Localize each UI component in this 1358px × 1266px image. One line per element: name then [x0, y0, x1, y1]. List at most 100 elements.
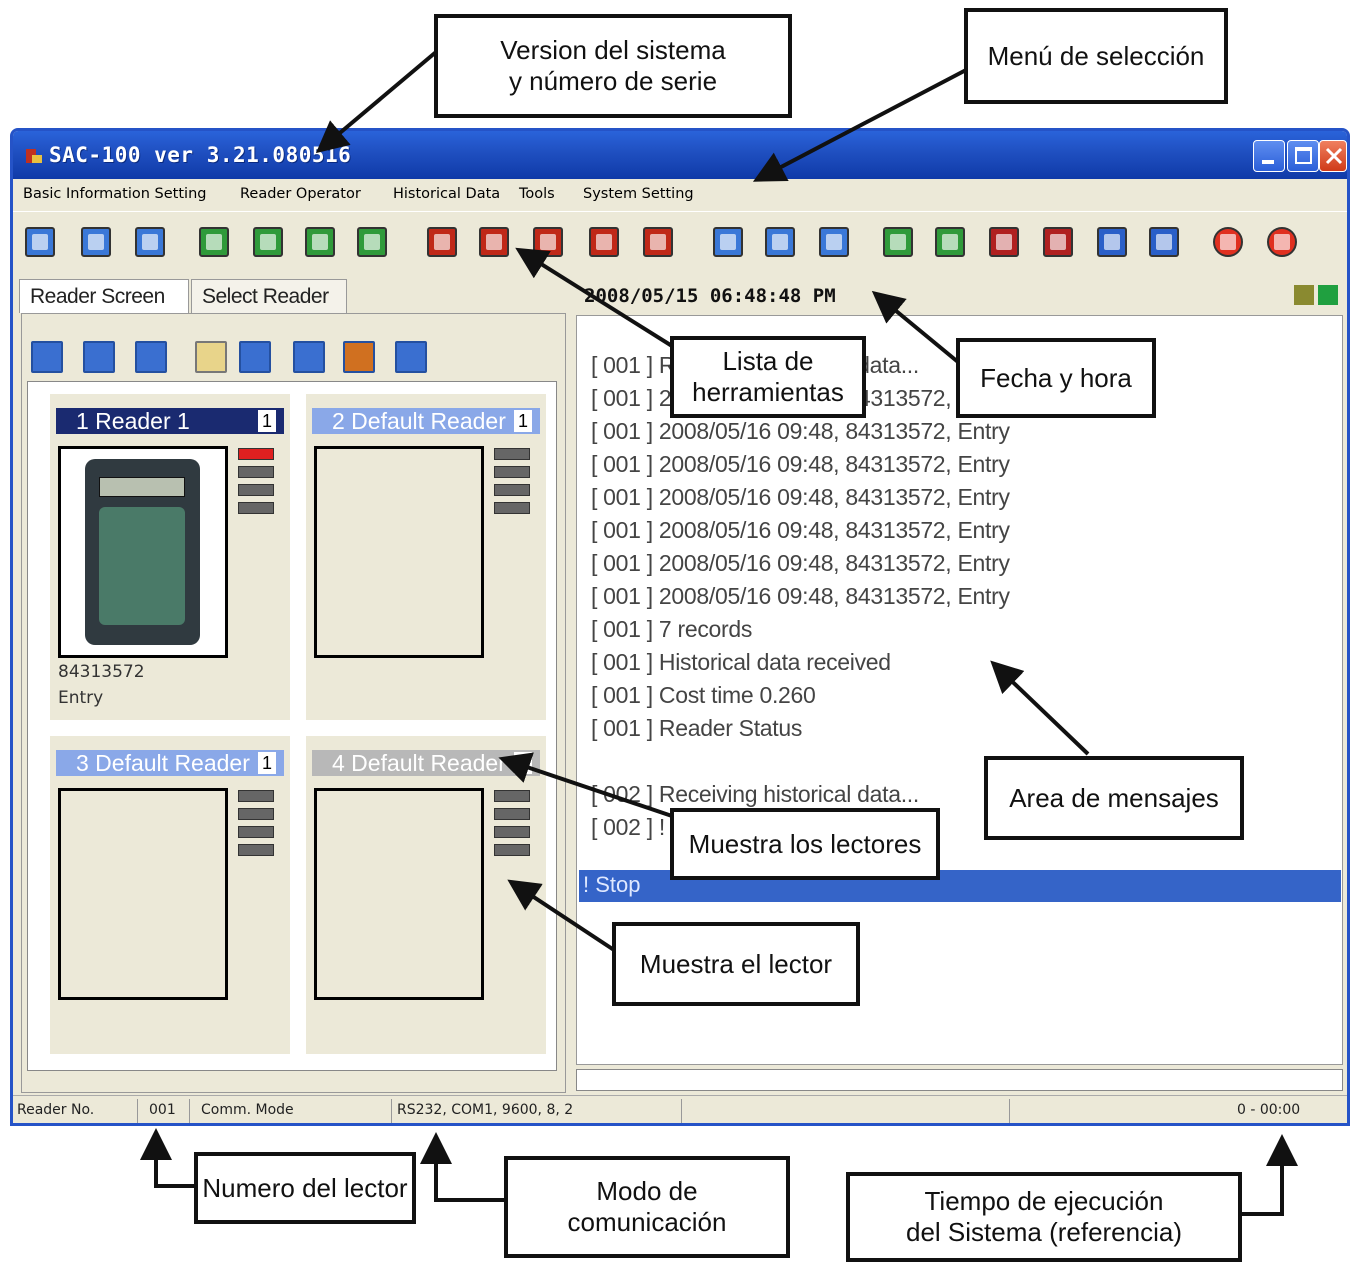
callout-menu: Menú de selección [964, 8, 1228, 104]
status-led [494, 466, 530, 478]
r3-icon[interactable] [305, 227, 335, 257]
callout-reader: Muestra el lector [612, 922, 860, 1006]
tab-select-reader[interactable]: Select Reader [191, 279, 347, 313]
status-led [238, 484, 274, 496]
reader-card-1[interactable]: 1 Reader 1 1 84313572 Entry [50, 394, 290, 720]
status-divider [391, 1099, 392, 1123]
status-led [238, 826, 274, 838]
reader-number: 1 [258, 410, 276, 432]
red5-icon[interactable] [643, 227, 673, 257]
reader-no-label: Reader No. [17, 1102, 95, 1118]
status-divider [189, 1099, 190, 1123]
connect-icon[interactable] [25, 227, 55, 257]
green2-icon[interactable] [935, 227, 965, 257]
close-icon [1325, 147, 1343, 165]
read-icon[interactable] [135, 227, 165, 257]
message-line: [ 001 ] 2008/05/16 09:48, 84313572, Entr… [591, 418, 1010, 444]
message-line: [ 001 ] 7 records [591, 616, 753, 642]
app-icon [26, 149, 42, 163]
red3-icon[interactable] [533, 227, 563, 257]
message-line: [ 001 ] 2008/05/16 09:48, 84313572, Entr… [591, 583, 1010, 609]
blue5-icon[interactable] [1149, 227, 1179, 257]
reader-card-4[interactable]: 4 Default Reader 1 [306, 736, 546, 1054]
layout-icon[interactable] [83, 341, 115, 373]
r2-icon[interactable] [253, 227, 283, 257]
blue1-icon[interactable] [713, 227, 743, 257]
reader-device-image [58, 788, 228, 1000]
menu-tools[interactable]: Tools [519, 186, 555, 202]
menu-system-setting[interactable]: System Setting [583, 186, 694, 202]
grid-view3-icon[interactable] [293, 341, 325, 373]
red7-icon[interactable] [1043, 227, 1073, 257]
reader-number: 1 [258, 752, 276, 774]
menu-historical-data[interactable]: Historical Data [393, 186, 500, 202]
window-title: SAC-100 ver 3.21.080516 [49, 143, 352, 167]
status-led [238, 808, 274, 820]
blue2-icon[interactable] [765, 227, 795, 257]
menu-reader-operator[interactable]: Reader Operator [240, 186, 361, 202]
red1-icon[interactable] [427, 227, 457, 257]
callout-reader-no: Numero del lector [194, 1152, 416, 1224]
status-led [494, 484, 530, 496]
message-line: [ 001 ] 2008/05/16 09:48, 84313572, Entr… [591, 484, 1010, 510]
exit-icon[interactable] [1267, 227, 1297, 257]
status-led [238, 502, 274, 514]
card-status: Entry [58, 688, 104, 708]
card-number: 84313572 [58, 662, 145, 682]
message-line: [ 001 ] Reader Status [591, 715, 803, 741]
message-line: [ 001 ] 2008/05/16 09:48, 84313572, Entr… [591, 451, 1010, 477]
stop-icon[interactable] [1213, 227, 1243, 257]
status-divider [137, 1099, 138, 1123]
reader-device-image [314, 446, 484, 658]
reader-title-text: 3 Default Reader [76, 750, 250, 776]
r1-icon[interactable] [199, 227, 229, 257]
comm-mode-label: Comm. Mode [201, 1102, 294, 1118]
red6-icon[interactable] [989, 227, 1019, 257]
reader-card-2[interactable]: 2 Default Reader 1 [306, 394, 546, 720]
datetime-display: 2008/05/15 06:48:48 PM [584, 285, 836, 307]
reader-device-image [314, 788, 484, 1000]
cycle-icon[interactable] [135, 341, 167, 373]
blue4-icon[interactable] [1097, 227, 1127, 257]
datetime-bar: 2008/05/15 06:48:48 PM [576, 279, 1343, 313]
reader-number: 1 [514, 752, 532, 774]
grid-view2-icon[interactable] [239, 341, 271, 373]
maximize-button[interactable] [1287, 140, 1319, 172]
status-led [238, 466, 274, 478]
refresh-icon[interactable] [31, 341, 63, 373]
message-line: [ 001 ] Historical data received [591, 649, 891, 675]
disconnect-icon[interactable] [81, 227, 111, 257]
reader-title: 4 Default Reader 1 [312, 750, 540, 776]
red4-icon[interactable] [589, 227, 619, 257]
menu-bar: Basic Information Setting Reader Operato… [13, 179, 1347, 211]
green1-icon[interactable] [883, 227, 913, 257]
reader-title: 2 Default Reader 1 [312, 408, 540, 434]
sync-icon[interactable] [395, 341, 427, 373]
status-led [494, 844, 530, 856]
status-bar: Reader No. 001 Comm. Mode RS232, COM1, 9… [13, 1095, 1347, 1123]
status-led [238, 844, 274, 856]
grid-view-icon[interactable] [195, 341, 227, 373]
menu-basic-information[interactable]: Basic Information Setting [23, 186, 206, 202]
r4-icon[interactable] [357, 227, 387, 257]
horizontal-scrollbar[interactable] [576, 1069, 1343, 1091]
close-button[interactable] [1319, 140, 1347, 172]
list-view-icon[interactable] [343, 341, 375, 373]
reader-title-text: 2 Default Reader [332, 408, 506, 434]
red2-icon[interactable] [479, 227, 509, 257]
status-led [494, 790, 530, 802]
status-led [494, 826, 530, 838]
toolbar [13, 211, 1347, 271]
status-led [494, 808, 530, 820]
title-bar[interactable]: SAC-100 ver 3.21.080516 [13, 131, 1347, 179]
status-led [238, 790, 274, 802]
reader-card-3[interactable]: 3 Default Reader 1 [50, 736, 290, 1054]
reader-no-value: 001 [149, 1102, 176, 1118]
callout-tools: Lista de herramientas [670, 336, 866, 418]
readers-area: 1 Reader 1 1 84313572 Entry 2 Default Re… [27, 381, 557, 1071]
tab-reader-screen[interactable]: Reader Screen [19, 279, 189, 313]
callout-datetime: Fecha y hora [956, 338, 1156, 418]
blue3-icon[interactable] [819, 227, 849, 257]
minimize-button[interactable] [1253, 140, 1285, 172]
status-indicator-icon [1318, 285, 1338, 305]
